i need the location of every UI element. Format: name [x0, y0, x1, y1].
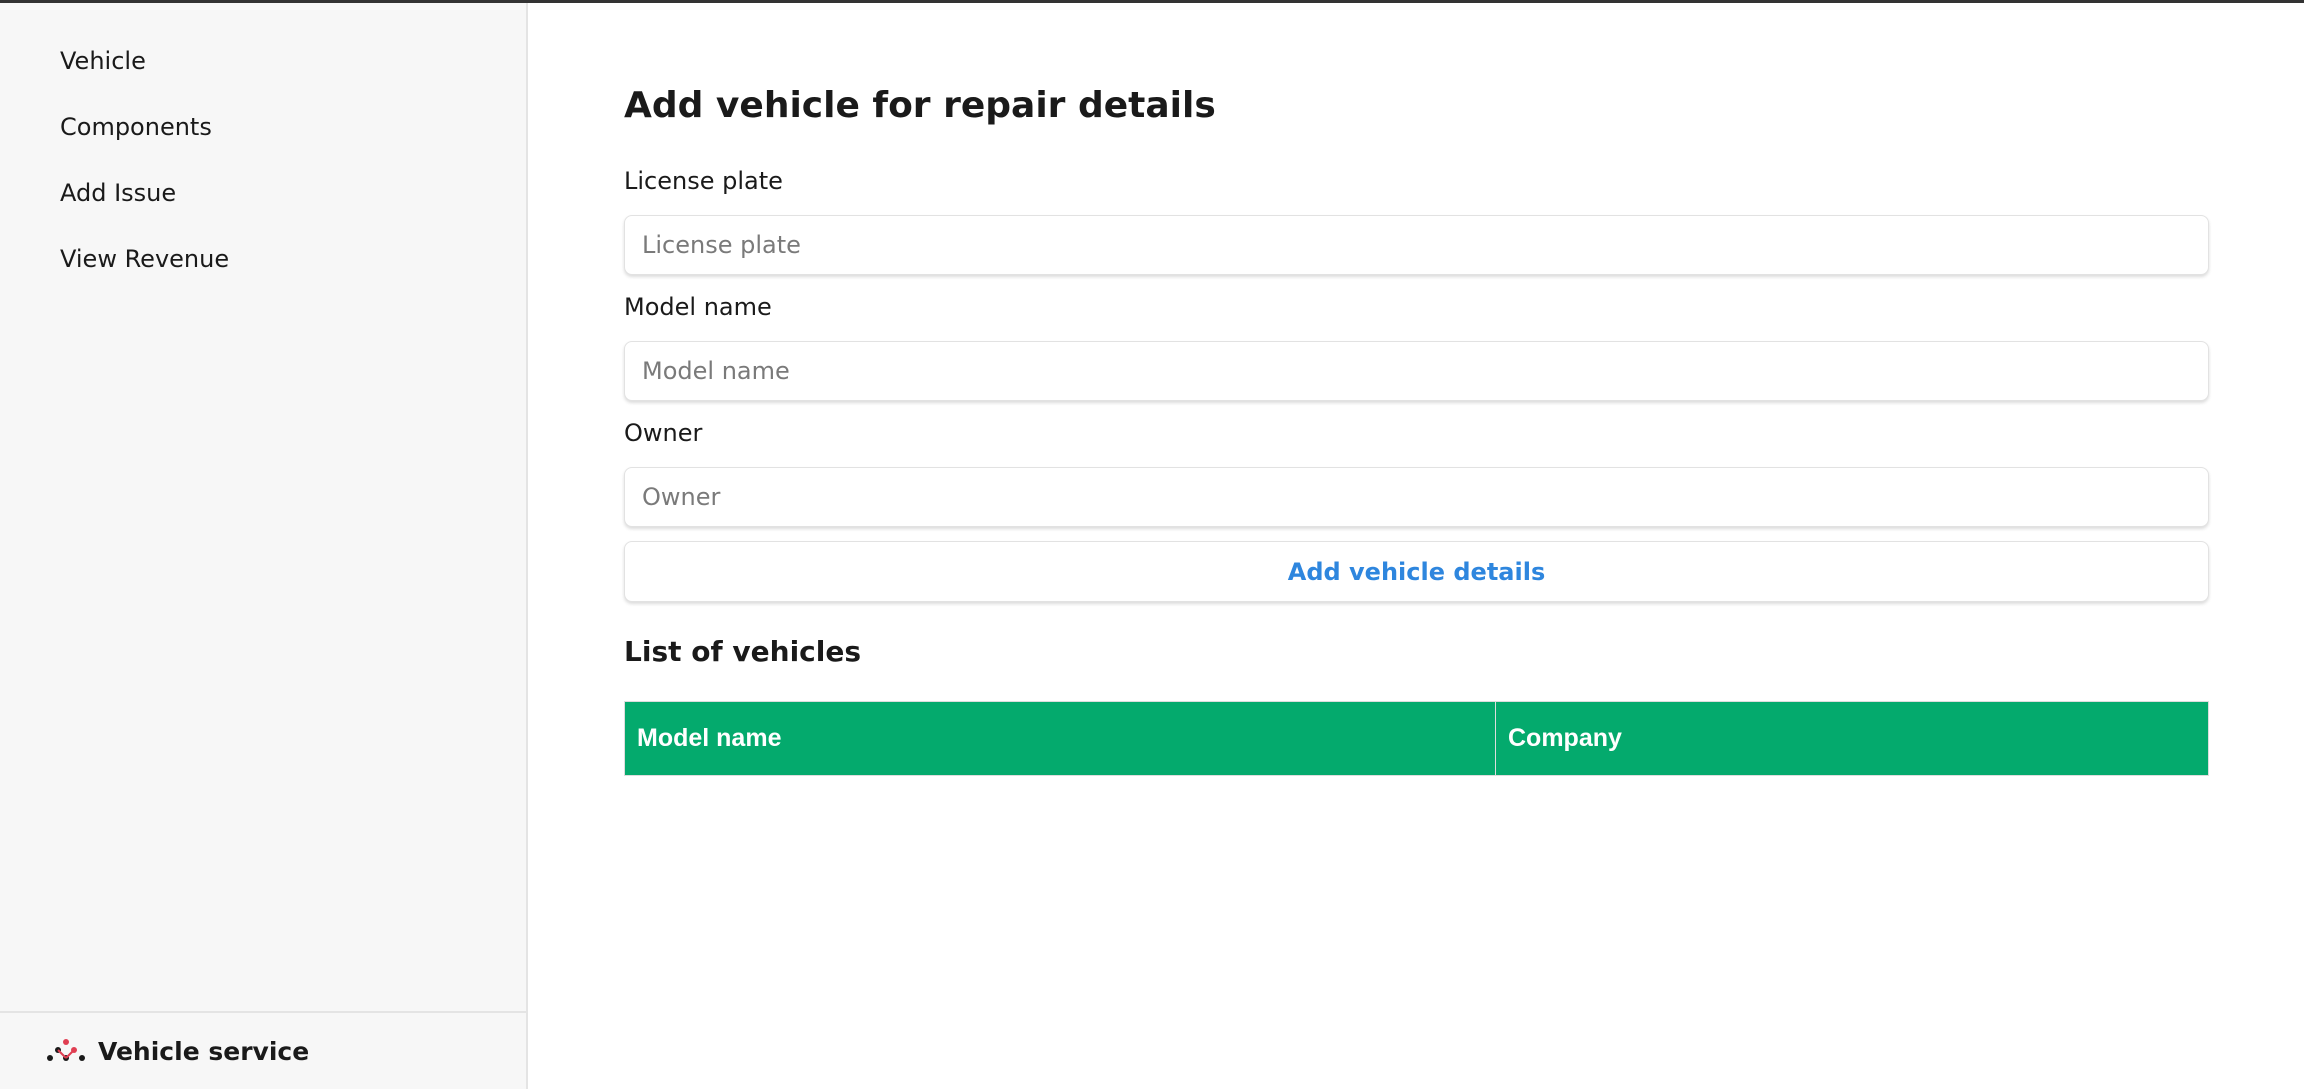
column-header-model-name: Model name [624, 701, 1496, 776]
owner-label: Owner [624, 419, 703, 447]
license-plate-input[interactable] [624, 215, 2209, 275]
table-header-row: Model name Company [624, 701, 2209, 776]
model-name-input[interactable] [624, 341, 2209, 401]
sidebar-item-view-revenue[interactable]: View Revenue [60, 244, 229, 310]
add-vehicle-details-button[interactable]: Add vehicle details [624, 541, 2209, 602]
sidebar: Vehicle Components Add Issue View Revenu… [0, 3, 528, 1089]
vehicle-table: Model name Company [624, 701, 2209, 776]
sidebar-item-vehicle[interactable]: Vehicle [60, 46, 229, 112]
sidebar-nav: Vehicle Components Add Issue View Revenu… [60, 46, 229, 310]
model-name-label: Model name [624, 293, 772, 321]
vehicle-list-title: List of vehicles [624, 635, 862, 668]
column-header-company: Company [1495, 701, 2209, 776]
brand-logo-icon [47, 1039, 85, 1061]
sidebar-footer: Vehicle service [0, 1011, 526, 1089]
page-title: Add vehicle for repair details [624, 85, 1216, 126]
license-plate-label: License plate [624, 167, 783, 195]
sidebar-item-components[interactable]: Components [60, 112, 229, 178]
sidebar-item-add-issue[interactable]: Add Issue [60, 178, 229, 244]
brand-name: Vehicle service [98, 1036, 310, 1066]
owner-input[interactable] [624, 467, 2209, 527]
